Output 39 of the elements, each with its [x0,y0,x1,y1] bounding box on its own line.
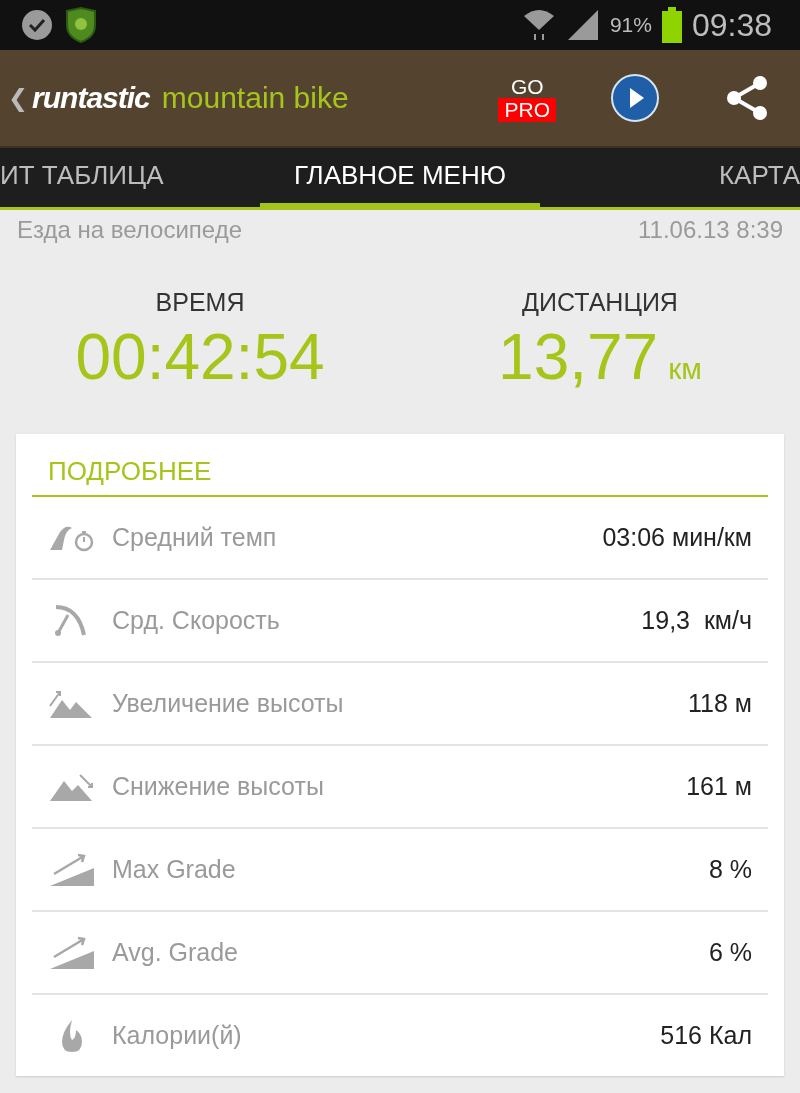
stat-value: 13,77 км [498,321,702,395]
app-logo-brand: runtastic [32,81,150,115]
metric-value: 161 м [686,772,752,801]
tab[interactable]: ГЛАВНОЕ МЕНЮ [260,148,540,207]
stat-label: ВРЕМЯ [155,288,245,317]
battery-icon [661,7,682,43]
battery-percent: 91% [609,13,652,37]
section-title: ПОДРОБНЕЕ [32,450,768,497]
metric-label: Увеличение высоты [112,689,345,718]
metric-value: 516 Кал [660,1021,752,1050]
metric-value: 03:06 мин/км [602,523,752,552]
slope-arrow-icon [48,851,96,888]
pro-badge[interactable]: PRO [498,97,556,122]
play-globe-icon[interactable] [610,73,660,123]
metric-label: Средний темп [112,523,278,552]
back-button[interactable]: ❮ [8,84,29,112]
stat-label: ДИСТАНЦИЯ [522,288,678,317]
metric-value: 6 % [708,938,752,967]
activity-date: 11.06.13 8:39 [637,216,783,244]
tab[interactable]: ИТ ТАБЛИЦА [0,148,260,207]
go-pro-label[interactable]: GO [510,74,544,98]
activity-type: Езда на велосипеде [17,216,242,244]
metric-value: 19,3 км/ч [641,606,752,635]
metric-label: Max Grade [112,855,237,884]
metric-label: Снижение высоты [112,772,325,801]
metric-label: Срд. Скорость [112,606,281,635]
clock-time: 09:38 [691,6,772,44]
metric-label: Avg. Grade [112,938,239,967]
slope-arrow-icon [48,934,96,971]
share-icon[interactable] [724,75,770,121]
metric-value: 8 % [708,855,752,884]
stat-unit: км [668,352,702,385]
metric-label: Калории(й) [112,1021,243,1050]
app-logo-product: mountain bike [161,81,349,115]
metric-value: 118 м [688,689,752,718]
shield-icon [64,7,98,43]
chat-check-icon [20,8,54,42]
tab[interactable]: КАРТА [540,148,800,207]
stat-value: 00:42:54 [75,321,325,393]
